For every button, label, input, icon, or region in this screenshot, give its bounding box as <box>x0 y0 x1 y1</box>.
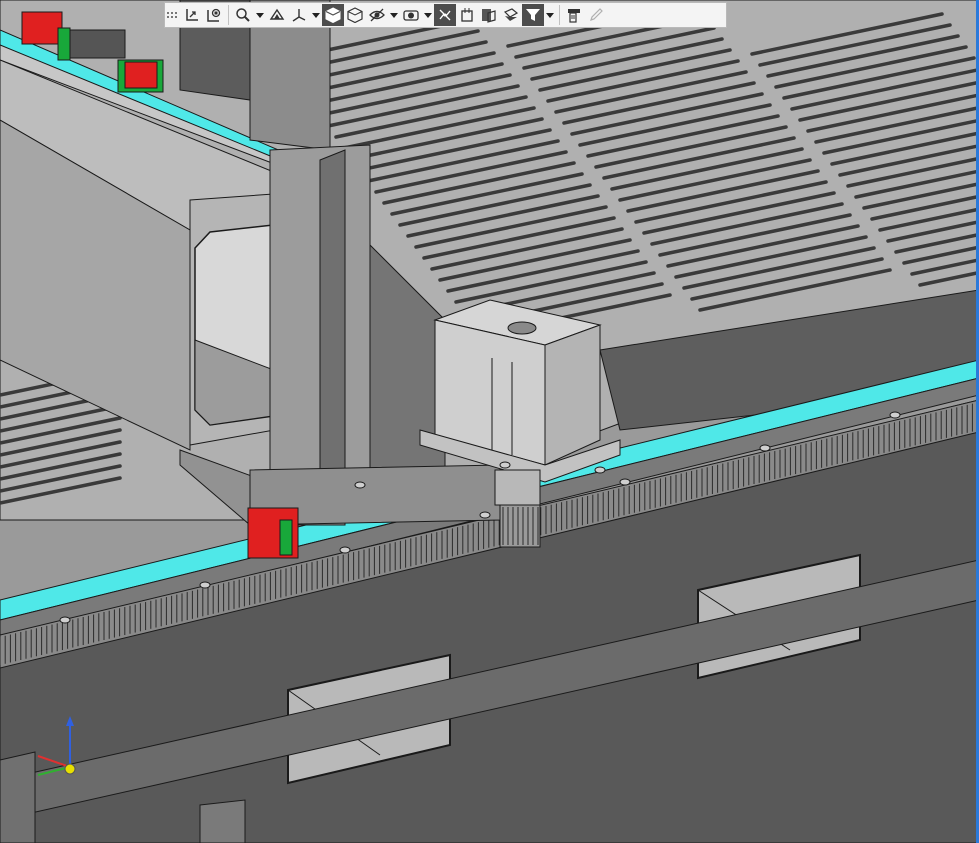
toolbar-separator <box>559 5 560 25</box>
bolt-hole <box>889 411 901 419</box>
bolt-hole <box>759 444 771 452</box>
zoom-to-fit-icon[interactable] <box>181 4 203 26</box>
bolt-hole <box>339 546 351 554</box>
pencil-icon <box>585 4 607 26</box>
selection-filter-icon[interactable] <box>522 4 544 26</box>
realview-icon[interactable] <box>478 4 500 26</box>
hide-show-items-icon[interactable] <box>366 4 388 26</box>
view-orientation-chevron-icon[interactable] <box>310 4 322 26</box>
bolt-hole <box>199 581 211 589</box>
bolt-hole <box>59 616 71 624</box>
section-view-icon[interactable] <box>266 4 288 26</box>
toolbar-separator <box>228 5 229 25</box>
bolt-hole <box>479 511 491 519</box>
view-settings-icon[interactable] <box>456 4 478 26</box>
reference-triad <box>37 716 76 776</box>
triad-y-arrow <box>66 716 74 726</box>
bolt-hole <box>619 478 631 486</box>
selection-filter-chevron-icon[interactable] <box>544 4 556 26</box>
heads-up-view-toolbar <box>164 2 727 28</box>
triad-x-axis <box>37 755 71 768</box>
motor-side-right <box>544 324 601 466</box>
view-orientation-icon[interactable] <box>288 4 310 26</box>
zoom-dropdown-icon[interactable] <box>232 4 254 26</box>
bolt-hole <box>594 466 606 474</box>
carriage-plate-front <box>319 149 346 521</box>
pinion-gear <box>499 504 541 548</box>
display-style-shaded-edges-icon[interactable] <box>322 4 344 26</box>
hide-show-chevron-icon[interactable] <box>388 4 400 26</box>
linear-block-red-top <box>21 11 63 45</box>
graphics-viewport[interactable] <box>0 0 979 843</box>
bolt-hole <box>499 461 511 469</box>
zoom-to-area-icon[interactable] <box>203 4 225 26</box>
display-style-shaded-icon[interactable] <box>344 4 366 26</box>
carriage-block-green <box>279 519 293 556</box>
linear-block-dark-1 <box>69 29 126 59</box>
zoom-dropdown-chevron-icon[interactable] <box>254 4 266 26</box>
shadows-icon[interactable] <box>500 4 522 26</box>
bolt-hole <box>354 481 366 489</box>
cad-model-view <box>0 0 979 843</box>
apply-scene-icon[interactable] <box>434 4 456 26</box>
linear-block-red-2 <box>124 61 158 89</box>
linear-block-green-1 <box>57 27 71 61</box>
motor-shaft-housing <box>494 469 541 506</box>
lower-post <box>199 799 246 843</box>
print-preview-icon[interactable] <box>563 4 585 26</box>
toolbar-grip[interactable] <box>167 5 177 25</box>
triad-origin <box>64 763 76 775</box>
edit-appearance-icon[interactable] <box>400 4 422 26</box>
motor-top-hole <box>507 321 537 335</box>
edit-appearance-chevron-icon[interactable] <box>422 4 434 26</box>
